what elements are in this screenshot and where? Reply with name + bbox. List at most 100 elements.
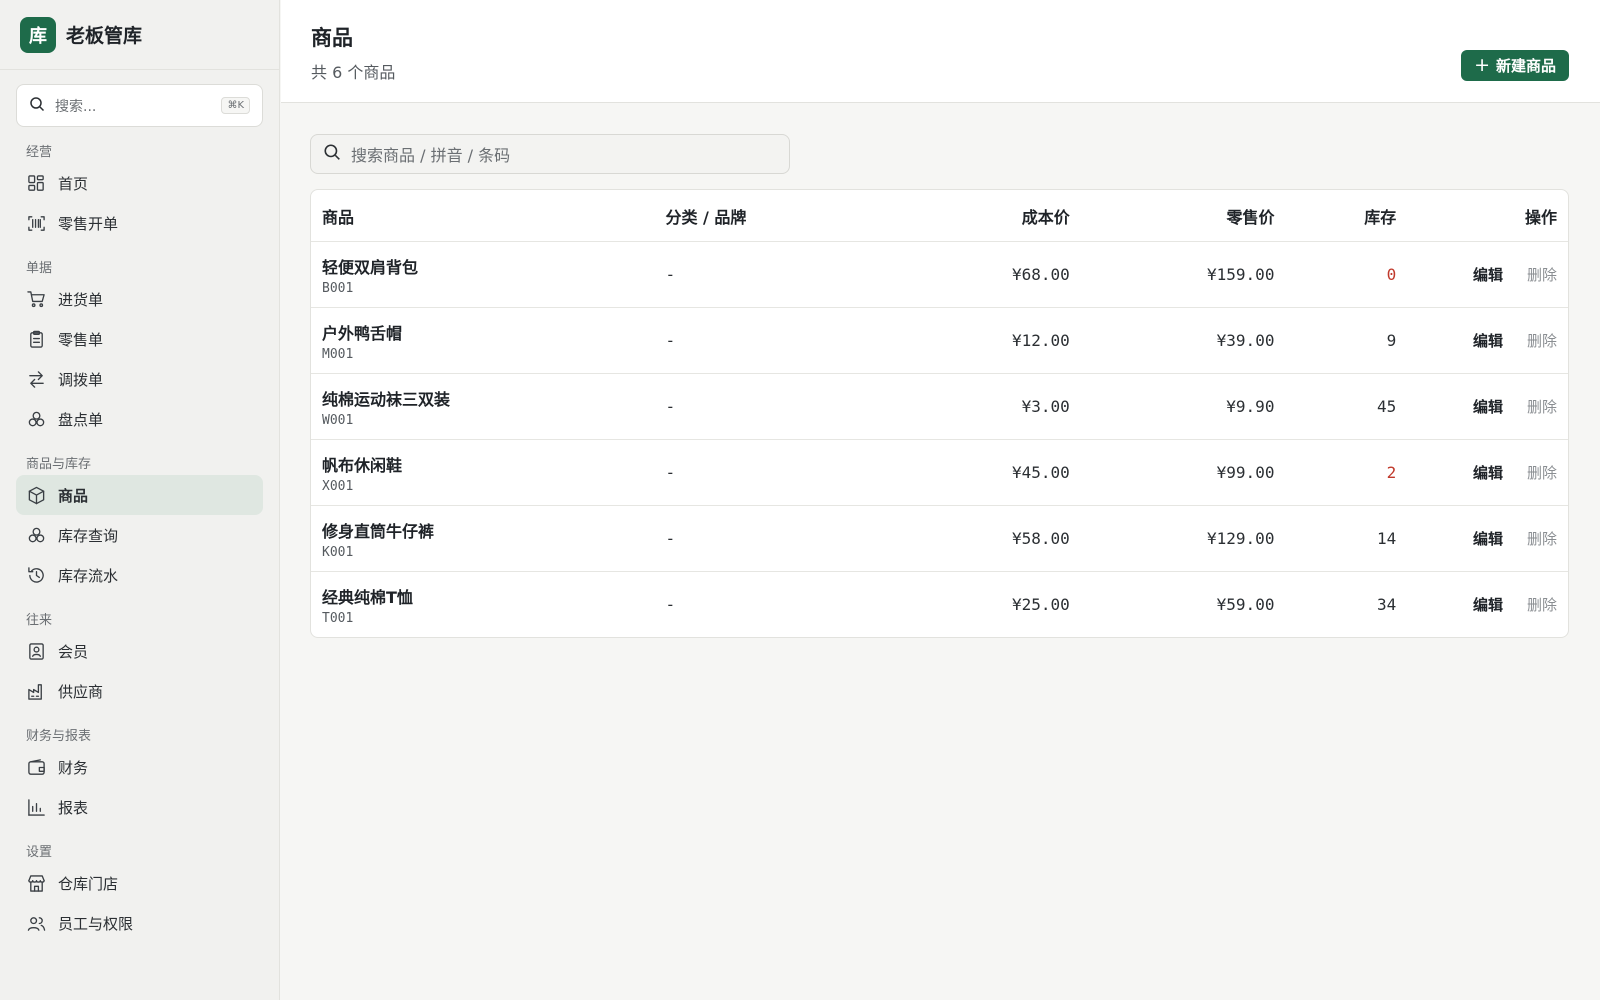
page-title: 商品 bbox=[311, 26, 353, 50]
column-header-category[interactable]: 分类 / 品牌 bbox=[665, 204, 865, 228]
sidebar-item[interactable]: 进货单 bbox=[16, 279, 263, 319]
retail-price-cell: ¥99.00 bbox=[1216, 463, 1275, 482]
column-header-cost[interactable]: 成本价 bbox=[865, 204, 1070, 228]
dashboard-icon bbox=[26, 173, 46, 193]
table-row[interactable]: 户外鸭舌帽 M001 - ¥12.00 ¥39.00 9 编辑 删除 bbox=[311, 307, 1568, 373]
delete-button[interactable]: 删除 bbox=[1527, 462, 1557, 483]
nav-group: 经营首页零售开单 bbox=[0, 143, 279, 243]
product-table: 商品 分类 / 品牌 成本价 零售价 库存 操作 轻便双肩背包 B001 - ¥… bbox=[310, 189, 1569, 638]
sidebar-item-label: 财务 bbox=[58, 758, 89, 777]
stock-cell: 34 bbox=[1376, 595, 1397, 614]
sidebar-item[interactable]: 财务 bbox=[16, 747, 263, 787]
cost-price-cell: ¥45.00 bbox=[1011, 463, 1070, 482]
delete-button[interactable]: 删除 bbox=[1527, 528, 1557, 549]
column-header-price[interactable]: 零售价 bbox=[1070, 204, 1274, 228]
column-header-stock[interactable]: 库存 bbox=[1274, 204, 1396, 228]
retail-price-cell: ¥39.00 bbox=[1216, 331, 1275, 350]
stock-cell: 2 bbox=[1386, 463, 1397, 482]
cost-price-cell: ¥58.00 bbox=[1011, 529, 1070, 548]
sidebar-item[interactable]: 员工与权限 bbox=[16, 903, 263, 943]
sidebar-item[interactable]: 报表 bbox=[16, 787, 263, 827]
table-row[interactable]: 修身直筒牛仔裤 K001 - ¥58.00 ¥129.00 14 编辑 删除 bbox=[311, 505, 1568, 571]
history-icon bbox=[26, 565, 46, 585]
sidebar-search[interactable]: 搜索... ⌘K bbox=[16, 84, 263, 127]
edit-button[interactable]: 编辑 bbox=[1473, 594, 1503, 615]
search-icon bbox=[323, 143, 341, 165]
edit-button[interactable]: 编辑 bbox=[1473, 330, 1503, 351]
boxes-icon bbox=[26, 409, 46, 429]
actions-cell: 编辑 删除 bbox=[1396, 462, 1568, 483]
sidebar-item[interactable]: 库存流水 bbox=[16, 555, 263, 595]
product-cell: 修身直筒牛仔裤 K001 bbox=[311, 518, 665, 560]
product-name: 修身直筒牛仔裤 bbox=[322, 521, 435, 541]
column-header-actions: 操作 bbox=[1524, 207, 1557, 227]
new-product-button[interactable]: + 新建商品 bbox=[1461, 50, 1569, 81]
nav-group: 商品与库存商品 库存查询 库存流水 bbox=[0, 455, 279, 595]
page-header: 商品 共 6 个商品 + 新建商品 bbox=[281, 0, 1600, 103]
product-search-input[interactable]: 搜索商品 / 拼音 / 条码 bbox=[310, 134, 790, 174]
new-product-label: 新建商品 bbox=[1495, 57, 1556, 75]
table-row[interactable]: 轻便双肩背包 B001 - ¥68.00 ¥159.00 0 编辑 删除 bbox=[311, 241, 1568, 307]
users-icon bbox=[26, 913, 46, 933]
sidebar-item-label: 供应商 bbox=[58, 682, 104, 701]
cost-price-cell: ¥3.00 bbox=[1021, 397, 1070, 416]
sidebar-item[interactable]: 零售单 bbox=[16, 319, 263, 359]
retail-price-cell: ¥9.90 bbox=[1226, 397, 1275, 416]
category-cell: - bbox=[665, 397, 676, 416]
product-code: K001 bbox=[322, 544, 354, 560]
delete-button[interactable]: 删除 bbox=[1527, 264, 1557, 285]
table-row[interactable]: 纯棉运动袜三双装 W001 - ¥3.00 ¥9.90 45 编辑 删除 bbox=[311, 373, 1568, 439]
sidebar-item[interactable]: 库存查询 bbox=[16, 515, 263, 555]
product-code: B001 bbox=[322, 280, 354, 296]
factory-icon bbox=[26, 681, 46, 701]
table-header-row: 商品 分类 / 品牌 成本价 零售价 库存 操作 bbox=[311, 190, 1568, 241]
sidebar-item[interactable]: 商品 bbox=[16, 475, 263, 515]
product-search-placeholder: 搜索商品 / 拼音 / 条码 bbox=[351, 146, 511, 165]
sidebar-item[interactable]: 仓库门店 bbox=[16, 863, 263, 903]
edit-button[interactable]: 编辑 bbox=[1473, 396, 1503, 417]
actions-cell: 编辑 删除 bbox=[1396, 396, 1568, 417]
nav-group-title: 财务与报表 bbox=[26, 729, 92, 744]
sidebar-item[interactable]: 盘点单 bbox=[16, 399, 263, 439]
retail-price-cell: ¥159.00 bbox=[1207, 265, 1275, 284]
plus-icon: + bbox=[1474, 54, 1490, 76]
sidebar-item-label: 报表 bbox=[58, 798, 89, 817]
brand[interactable]: 库 老板管库 bbox=[0, 0, 279, 70]
table-row[interactable]: 经典纯棉T恤 T001 - ¥25.00 ¥59.00 34 编辑 删除 bbox=[311, 571, 1568, 637]
nav-group-title: 商品与库存 bbox=[26, 457, 92, 472]
category-cell: - bbox=[665, 463, 676, 482]
actions-cell: 编辑 删除 bbox=[1396, 528, 1568, 549]
product-code: W001 bbox=[322, 412, 354, 428]
delete-button[interactable]: 删除 bbox=[1527, 396, 1557, 417]
retail-price-cell: ¥129.00 bbox=[1207, 529, 1275, 548]
edit-button[interactable]: 编辑 bbox=[1473, 264, 1503, 285]
transfer-icon bbox=[26, 369, 46, 389]
sidebar-search-placeholder: 搜索... bbox=[55, 98, 97, 115]
delete-button[interactable]: 删除 bbox=[1527, 594, 1557, 615]
column-header-product[interactable]: 商品 bbox=[311, 204, 665, 228]
sidebar-item-label: 零售开单 bbox=[58, 214, 119, 233]
page-subtitle: 共 6 个商品 bbox=[311, 63, 396, 82]
sidebar-item[interactable]: 首页 bbox=[16, 163, 263, 203]
category-cell: - bbox=[665, 331, 676, 350]
table-row[interactable]: 帆布休闲鞋 X001 - ¥45.00 ¥99.00 2 编辑 删除 bbox=[311, 439, 1568, 505]
product-cell: 户外鸭舌帽 M001 bbox=[311, 320, 665, 362]
sidebar-item[interactable]: 会员 bbox=[16, 631, 263, 671]
product-name: 轻便双肩背包 bbox=[322, 257, 419, 277]
table-body: 轻便双肩背包 B001 - ¥68.00 ¥159.00 0 编辑 删除 户外鸭… bbox=[311, 241, 1568, 637]
product-cell: 轻便双肩背包 B001 bbox=[311, 254, 665, 296]
sidebar-item[interactable]: 供应商 bbox=[16, 671, 263, 711]
delete-button[interactable]: 删除 bbox=[1527, 330, 1557, 351]
shortcut-badge: ⌘K bbox=[221, 97, 250, 114]
edit-button[interactable]: 编辑 bbox=[1473, 462, 1503, 483]
nav-group: 往来 会员 供应商 bbox=[0, 611, 279, 711]
wallet-icon bbox=[26, 757, 46, 777]
nav-group-title: 经营 bbox=[26, 145, 53, 160]
sidebar-item-label: 调拨单 bbox=[58, 370, 104, 389]
sidebar-item-label: 会员 bbox=[58, 642, 89, 661]
sidebar-item[interactable]: 零售开单 bbox=[16, 203, 263, 243]
sidebar-item[interactable]: 调拨单 bbox=[16, 359, 263, 399]
edit-button[interactable]: 编辑 bbox=[1473, 528, 1503, 549]
search-icon bbox=[29, 96, 45, 116]
product-cell: 经典纯棉T恤 T001 bbox=[311, 584, 665, 626]
